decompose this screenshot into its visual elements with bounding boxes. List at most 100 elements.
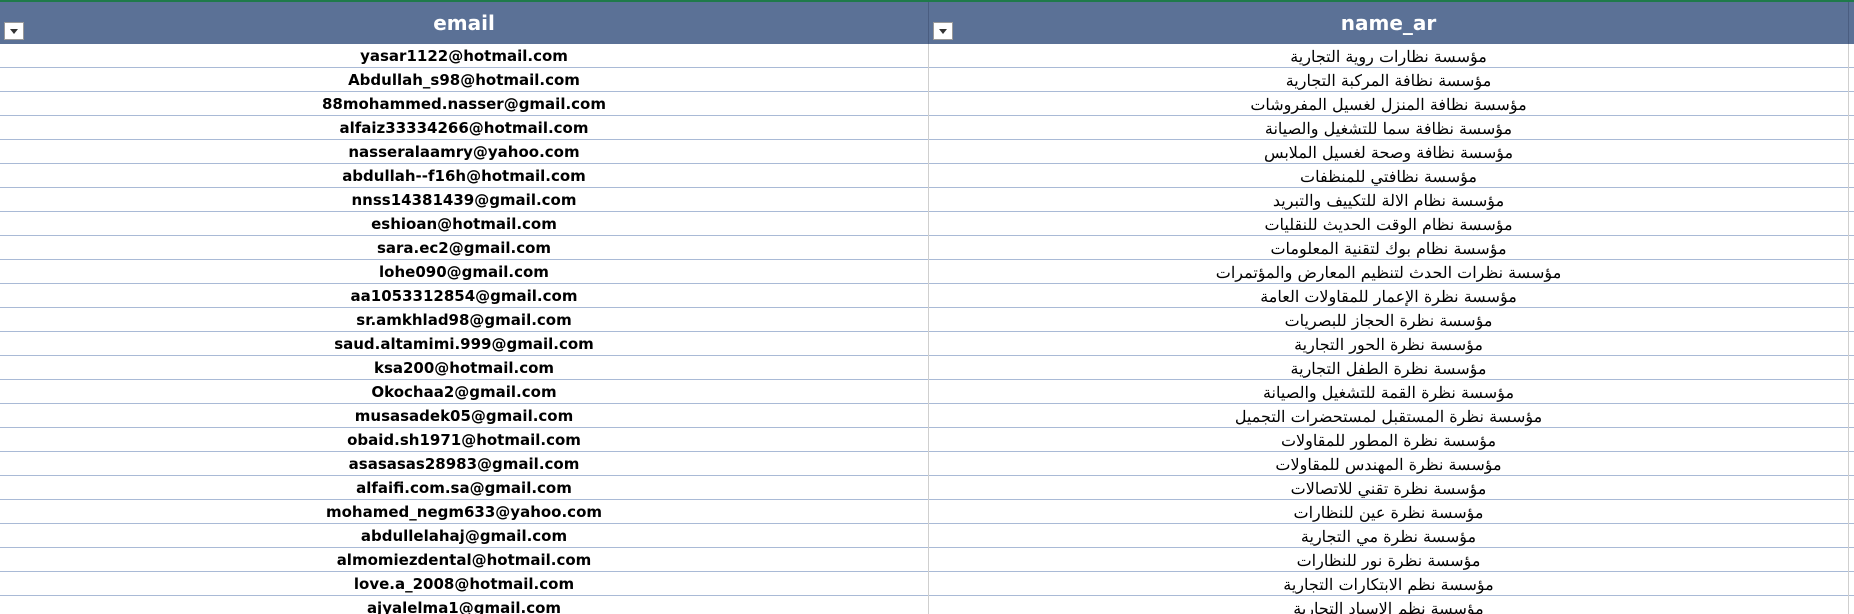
cell-email[interactable]: musasadek05@gmail.com <box>0 404 929 428</box>
cell-email[interactable]: alfaifi.com.sa@gmail.com <box>0 476 929 500</box>
cell-email[interactable]: aa1053312854@gmail.com <box>0 284 929 308</box>
cell-email[interactable]: nasseralaamry@yahoo.com <box>0 140 929 164</box>
cell-next-column[interactable] <box>1849 452 1854 476</box>
cell-name-ar[interactable]: مؤسسة نظرات الحدث لتنظيم المعارض والمؤتم… <box>929 260 1849 284</box>
table-row: musasadek05@gmail.com مؤسسة نظرة المستقبل… <box>0 404 1854 428</box>
cell-email[interactable]: Okochaa2@gmail.com <box>0 380 929 404</box>
chevron-down-icon <box>10 28 18 34</box>
cell-next-column[interactable] <box>1849 284 1854 308</box>
table-body: yasar1122@hotmail.com مؤسسة نظارات روية ا… <box>0 44 1854 614</box>
table-row: lohe090@gmail.com مؤسسة نظرات الحدث لتنظي… <box>0 260 1854 284</box>
cell-next-column[interactable] <box>1849 44 1854 68</box>
cell-next-column[interactable] <box>1849 260 1854 284</box>
table-row: love.a_2008@hotmail.com مؤسسة نظم الابتكا… <box>0 572 1854 596</box>
cell-next-column[interactable] <box>1849 236 1854 260</box>
cell-name-ar[interactable]: مؤسسة نظرة مي التجارية <box>929 524 1849 548</box>
table-row: asasasas28983@gmail.com مؤسسة نظرة المهند… <box>0 452 1854 476</box>
cell-next-column[interactable] <box>1849 572 1854 596</box>
cell-name-ar[interactable]: مؤسسة نظافتي للمنظفات <box>929 164 1849 188</box>
cell-name-ar[interactable]: مؤسسة نظام الالة للتكييف والتبريد <box>929 188 1849 212</box>
column-header-name-ar-label: name_ar <box>1340 11 1437 35</box>
filter-dropdown-email[interactable] <box>4 22 24 40</box>
chevron-down-icon <box>939 28 947 34</box>
cell-name-ar[interactable]: مؤسسة نظرة الطفل التجارية <box>929 356 1849 380</box>
cell-email[interactable]: alfaiz33334266@hotmail.com <box>0 116 929 140</box>
cell-email[interactable]: almomiezdental@hotmail.com <box>0 548 929 572</box>
cell-name-ar[interactable]: مؤسسة نظرة المطور للمقاولات <box>929 428 1849 452</box>
cell-email[interactable]: sr.amkhlad98@gmail.com <box>0 308 929 332</box>
cell-next-column[interactable] <box>1849 92 1854 116</box>
cell-email[interactable]: yasar1122@hotmail.com <box>0 44 929 68</box>
cell-name-ar[interactable]: مؤسسة نظرة المستقبل لمستحضرات التجميل <box>929 404 1849 428</box>
spreadsheet: email name_ar yasar1122@hotmail.com مؤسسة… <box>0 0 1854 614</box>
table-row: sr.amkhlad98@gmail.com مؤسسة نظرة الحجاز … <box>0 308 1854 332</box>
cell-next-column[interactable] <box>1849 380 1854 404</box>
table-row: nasseralaamry@yahoo.com مؤسسة نظافة وصحة … <box>0 140 1854 164</box>
cell-next-column[interactable] <box>1849 68 1854 92</box>
table-row: sara.ec2@gmail.com مؤسسة نظام بوك لتقنية … <box>0 236 1854 260</box>
cell-next-column[interactable] <box>1849 476 1854 500</box>
cell-name-ar[interactable]: مؤسسة نظرة عين للنظارات <box>929 500 1849 524</box>
table-header-row: email name_ar <box>0 2 1854 44</box>
cell-name-ar[interactable]: مؤسسة نظرة الإعمار للمقاولات العامة <box>929 284 1849 308</box>
cell-name-ar[interactable]: مؤسسة نظم الاسياد التجارية <box>929 596 1849 614</box>
cell-email[interactable]: ksa200@hotmail.com <box>0 356 929 380</box>
cell-email[interactable]: eshioan@hotmail.com <box>0 212 929 236</box>
column-header-email-label: email <box>433 11 495 35</box>
cell-name-ar[interactable]: مؤسسة نظرة القمة للتشغيل والصيانة <box>929 380 1849 404</box>
table-row: Abdullah_s98@hotmail.com مؤسسة نظافة المر… <box>0 68 1854 92</box>
table-row: eshioan@hotmail.com مؤسسة نظام الوقت الحد… <box>0 212 1854 236</box>
table-row: abdullelahaj@gmail.com مؤسسة نظرة مي التج… <box>0 524 1854 548</box>
table-row: alfaifi.com.sa@gmail.com مؤسسة نظرة تقني … <box>0 476 1854 500</box>
cell-name-ar[interactable]: مؤسسة نظافة المنزل لغسيل المفروشات <box>929 92 1849 116</box>
table-row: saud.altamimi.999@gmail.com مؤسسة نظرة ال… <box>0 332 1854 356</box>
cell-email[interactable]: asasasas28983@gmail.com <box>0 452 929 476</box>
cell-name-ar[interactable]: مؤسسة نظم الابتكارات التجارية <box>929 572 1849 596</box>
cell-name-ar[interactable]: مؤسسة نظام بوك لتقنية المعلومات <box>929 236 1849 260</box>
table-row: mohamed_negm633@yahoo.com مؤسسة نظرة عين … <box>0 500 1854 524</box>
cell-next-column[interactable] <box>1849 596 1854 614</box>
cell-email[interactable]: 88mohammed.nasser@gmail.com <box>0 92 929 116</box>
cell-next-column[interactable] <box>1849 500 1854 524</box>
cell-next-column[interactable] <box>1849 332 1854 356</box>
column-header-name-ar[interactable]: name_ar <box>929 2 1849 44</box>
cell-email[interactable]: mohamed_negm633@yahoo.com <box>0 500 929 524</box>
cell-name-ar[interactable]: مؤسسة نظافة سما للتشغيل والصيانة <box>929 116 1849 140</box>
cell-email[interactable]: saud.altamimi.999@gmail.com <box>0 332 929 356</box>
table-row: ksa200@hotmail.com مؤسسة نظرة الطفل التجا… <box>0 356 1854 380</box>
cell-email[interactable]: nnss14381439@gmail.com <box>0 188 929 212</box>
cell-next-column[interactable] <box>1849 428 1854 452</box>
table-row: 88mohammed.nasser@gmail.com مؤسسة نظافة ا… <box>0 92 1854 116</box>
cell-next-column[interactable] <box>1849 524 1854 548</box>
cell-next-column[interactable] <box>1849 308 1854 332</box>
cell-next-column[interactable] <box>1849 212 1854 236</box>
cell-email[interactable]: abdullelahaj@gmail.com <box>0 524 929 548</box>
cell-name-ar[interactable]: مؤسسة نظرة تقني للاتصالات <box>929 476 1849 500</box>
cell-next-column[interactable] <box>1849 548 1854 572</box>
filter-dropdown-name-ar[interactable] <box>933 22 953 40</box>
cell-next-column[interactable] <box>1849 116 1854 140</box>
column-header-email[interactable]: email <box>0 2 929 44</box>
cell-next-column[interactable] <box>1849 356 1854 380</box>
cell-name-ar[interactable]: مؤسسة نظارات روية التجارية <box>929 44 1849 68</box>
cell-name-ar[interactable]: مؤسسة نظافة وصحة لغسيل الملابس <box>929 140 1849 164</box>
column-header-next[interactable] <box>1849 2 1854 44</box>
cell-next-column[interactable] <box>1849 404 1854 428</box>
cell-name-ar[interactable]: مؤسسة نظرة الحور التجارية <box>929 332 1849 356</box>
cell-email[interactable]: sara.ec2@gmail.com <box>0 236 929 260</box>
cell-next-column[interactable] <box>1849 188 1854 212</box>
cell-email[interactable]: Abdullah_s98@hotmail.com <box>0 68 929 92</box>
cell-email[interactable]: ajyalelma1@gmail.com <box>0 596 929 614</box>
cell-email[interactable]: abdullah--f16h@hotmail.com <box>0 164 929 188</box>
cell-name-ar[interactable]: مؤسسة نظام الوقت الحديث للنقليات <box>929 212 1849 236</box>
cell-email[interactable]: lohe090@gmail.com <box>0 260 929 284</box>
cell-next-column[interactable] <box>1849 164 1854 188</box>
cell-name-ar[interactable]: مؤسسة نظرة الحجاز للبصريات <box>929 308 1849 332</box>
cell-email[interactable]: obaid.sh1971@hotmail.com <box>0 428 929 452</box>
cell-name-ar[interactable]: مؤسسة نظافة المركبة التجارية <box>929 68 1849 92</box>
cell-next-column[interactable] <box>1849 140 1854 164</box>
cell-name-ar[interactable]: مؤسسة نظرة نور للنظارات <box>929 548 1849 572</box>
cell-name-ar[interactable]: مؤسسة نظرة المهندس للمقاولات <box>929 452 1849 476</box>
cell-email[interactable]: love.a_2008@hotmail.com <box>0 572 929 596</box>
table-row: abdullah--f16h@hotmail.com مؤسسة نظافتي ل… <box>0 164 1854 188</box>
